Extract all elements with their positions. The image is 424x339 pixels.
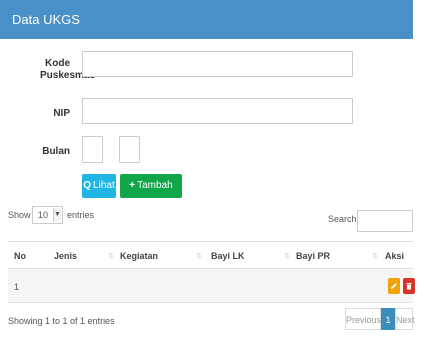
edit-button[interactable] [388, 278, 400, 294]
col-no[interactable]: No [14, 251, 26, 261]
tambah-ukgs-button[interactable]: + Tambah UKGS [120, 174, 182, 215]
col-kegiatan[interactable]: Kegiatan [120, 251, 158, 261]
kode-puskesmas-label: Kode Puskesmas [40, 58, 96, 81]
nip-label: NIP [53, 108, 70, 119]
panel-title: Data UKGS [12, 12, 80, 27]
tambah-label: Tambah UKGS [136, 180, 173, 215]
sort-icon: ⇅ [108, 253, 114, 260]
pagination-next[interactable]: Next [395, 308, 415, 330]
lihat-button[interactable]: Q Lihat [82, 174, 116, 198]
lihat-label: Lihat [93, 180, 115, 191]
table-row: 1 [8, 270, 415, 303]
delete-button[interactable] [403, 278, 415, 294]
pagination-previous[interactable]: Previous [345, 308, 381, 330]
bulan-label: Bulan [42, 146, 70, 157]
chevron-down-icon: ▼ [53, 208, 61, 222]
pagination-page-1[interactable]: 1 [381, 308, 395, 330]
search-input[interactable] [357, 210, 413, 232]
search-icon: Q [83, 180, 92, 191]
col-aksi[interactable]: Aksi [385, 251, 404, 261]
col-jenis[interactable]: Jenis [54, 251, 77, 261]
bulan-input-1[interactable] [82, 136, 103, 163]
nip-input[interactable] [82, 98, 353, 124]
panel-header: Data UKGS [0, 0, 413, 39]
trash-icon [406, 283, 412, 290]
sort-icon: ⇅ [196, 253, 202, 260]
plus-icon: + [129, 180, 136, 191]
kode-puskesmas-input[interactable] [82, 51, 353, 77]
page-size-select[interactable]: 10 ▼ [32, 206, 63, 224]
bulan-input-2[interactable] [119, 136, 140, 163]
col-bayi-pr[interactable]: Bayi PR [296, 251, 330, 261]
show-label: Show [8, 210, 31, 220]
sort-icon: ⇅ [284, 253, 290, 260]
col-bayi-lk[interactable]: Bayi LK [211, 251, 245, 261]
page-size-value: 10 [38, 210, 49, 220]
table-header: No Jenis ⇅ Kegiatan ⇅ Bayi LK ⇅ Bayi PR … [8, 241, 413, 269]
search-label: Search: [328, 214, 360, 224]
pencil-icon [391, 283, 397, 289]
table-info: Showing 1 to 1 of 1 entries [8, 316, 115, 326]
sort-icon: ⇅ [372, 253, 378, 260]
cell-no: 1 [14, 282, 20, 292]
entries-label: entries [67, 210, 95, 220]
